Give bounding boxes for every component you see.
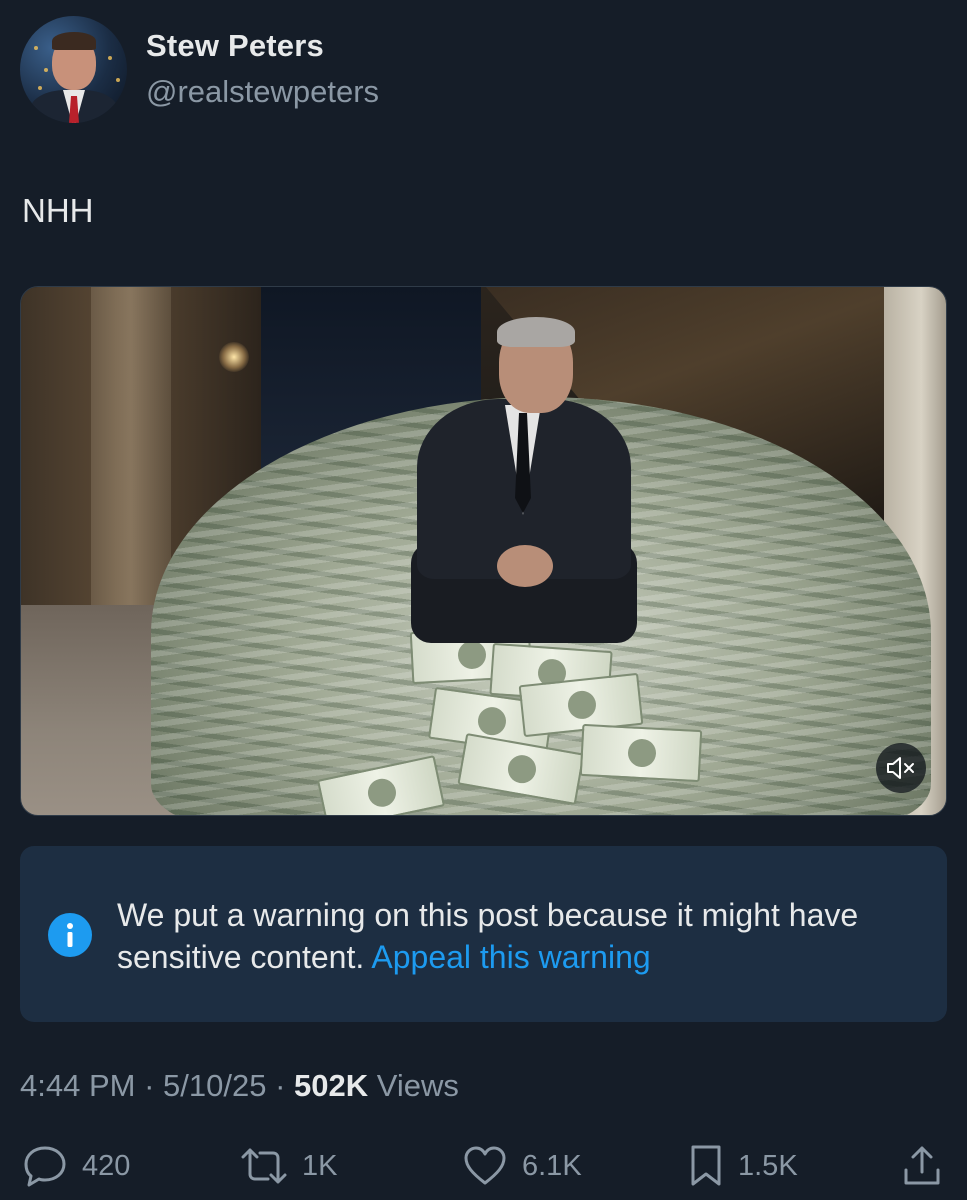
views-count: 502K [294, 1068, 369, 1103]
author-handle[interactable]: @realstewpeters [146, 74, 379, 110]
avatar[interactable] [20, 16, 127, 123]
tweet-date[interactable]: 5/10/25 [163, 1068, 266, 1103]
bookmark-count: 1.5K [738, 1149, 798, 1182]
meta-separator: · [144, 1068, 155, 1103]
meta-separator: · [275, 1068, 286, 1103]
repost-count: 1K [302, 1149, 338, 1182]
bookmark-button[interactable]: 1.5K [688, 1140, 798, 1192]
bookmark-icon [688, 1144, 724, 1188]
share-button[interactable] [902, 1140, 942, 1192]
share-icon [902, 1144, 942, 1188]
warning-message: We put a warning on this post because it… [117, 894, 917, 978]
reply-button[interactable]: 420 [22, 1140, 130, 1192]
tweet-detail: Stew Peters @realstewpeters NHH We put a… [0, 0, 967, 1200]
tweet-action-bar: 420 1K 6.1K 1.5K [0, 1140, 967, 1192]
reply-count: 420 [82, 1149, 131, 1182]
repost-icon [240, 1146, 288, 1186]
tweet-text: NHH [22, 192, 94, 229]
reply-icon [22, 1145, 68, 1187]
tweet-time[interactable]: 4:44 PM [20, 1068, 135, 1103]
views-label: Views [376, 1068, 459, 1103]
info-icon [48, 913, 92, 957]
speaker-muted-icon[interactable] [876, 743, 926, 793]
tweet-meta: 4:44 PM · 5/10/25 · 502K Views [20, 1068, 459, 1104]
appeal-warning-link[interactable]: Appeal this warning [371, 939, 650, 975]
repost-button[interactable]: 1K [240, 1140, 337, 1192]
tweet-media-video[interactable] [20, 286, 947, 816]
heart-icon [462, 1145, 508, 1187]
sensitive-content-warning: We put a warning on this post because it… [20, 846, 947, 1022]
like-button[interactable]: 6.1K [462, 1140, 582, 1192]
like-count: 6.1K [522, 1149, 582, 1182]
author-display-name[interactable]: Stew Peters [146, 28, 324, 64]
